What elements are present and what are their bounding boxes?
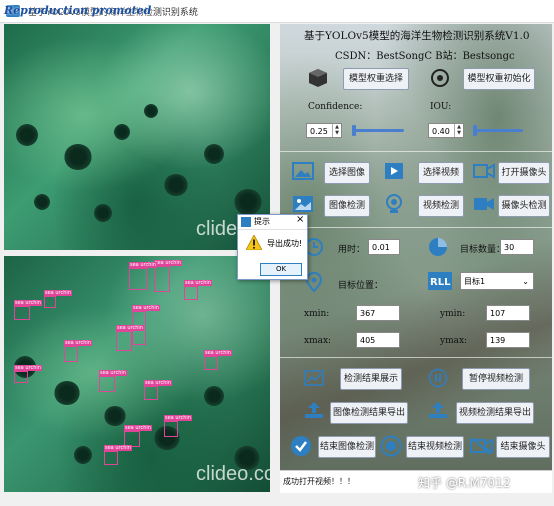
xmax-label: xmax: (304, 336, 332, 346)
show-results-button[interactable]: 检测结果展示 (340, 368, 402, 390)
iou-slider[interactable] (473, 125, 523, 136)
position-label: 目标位置： (338, 281, 384, 291)
ymin-field: 107 (486, 305, 530, 321)
status-bar: 成功打开视频！！！ (280, 470, 552, 493)
status-text: 成功打开视频！！！ (283, 477, 355, 486)
select-video-button[interactable]: 选择视频 (418, 162, 464, 184)
detection-box: sea urchin (184, 280, 212, 300)
original-image-pane: clideo.com (4, 24, 270, 250)
detection-box: sea urchin (164, 415, 192, 437)
camera-detect-button[interactable]: 摄像头检测 (498, 195, 550, 217)
message-dialog: 提示 × 导出成功! OK (237, 214, 308, 280)
author-info: CSDN：BestSongC B站：Bestsongc (335, 51, 515, 62)
target-select[interactable]: 目标1 ⌄ (460, 272, 534, 290)
camera-detect-icon (474, 198, 494, 210)
rll-icon: RLL (428, 272, 452, 290)
upload-icon (429, 402, 447, 418)
pause-icon (428, 368, 448, 388)
detection-box: sea urchin (154, 260, 182, 292)
detection-box: sea urchin (104, 445, 132, 465)
detection-box: sea urchin (204, 350, 232, 370)
count-label: 目标数量： (460, 245, 506, 255)
cube-icon (309, 69, 327, 87)
xmin-label: xmin: (304, 309, 330, 319)
confidence-label: Confidence: (308, 102, 363, 112)
ymax-label: ymax: (440, 336, 468, 346)
xmax-field: 405 (356, 332, 400, 348)
end-image-detect-button[interactable]: 结束图像检测 (318, 436, 376, 458)
count-field: 30 (500, 239, 534, 255)
control-panel: 基于YOLOv5模型的海洋生物检测识别系统V1.0 CSDN：BestSongC… (280, 24, 552, 492)
pie-chart-icon (429, 238, 447, 256)
app-heading: 基于YOLOv5模型的海洋生物检测识别系统V1.0 (304, 30, 530, 42)
time-field: 0.01 (368, 239, 400, 255)
stop-icon (380, 435, 402, 457)
chart-icon (304, 370, 324, 386)
dialog-message: 导出成功! (267, 239, 303, 248)
location-icon (306, 272, 322, 292)
clideo-watermark: clideo.com (196, 463, 270, 485)
dialog-close-button[interactable]: × (296, 214, 304, 225)
model-select-button[interactable]: 模型权重选择 (343, 68, 409, 90)
detection-box: sea urchin (116, 325, 144, 351)
repost-watermark: Reproduction promoted (4, 4, 152, 17)
video-detect-button[interactable]: 视频检测 (418, 195, 464, 217)
dialog-app-icon (241, 217, 251, 227)
svg-text:RLL: RLL (430, 277, 451, 288)
image-detect-button[interactable]: 图像检测 (324, 195, 370, 217)
detection-box: sea urchin (99, 370, 127, 392)
video-icon (385, 163, 403, 179)
end-camera-button[interactable]: 结束摄像头 (496, 436, 550, 458)
xmin-field: 367 (356, 305, 400, 321)
detection-box: sea urchin (14, 300, 42, 320)
ymax-field: 139 (486, 332, 530, 348)
upload-icon (305, 402, 323, 418)
detection-result-pane: sea urchin sea urchin sea urchin sea urc… (4, 256, 270, 492)
camera-icon (473, 163, 495, 179)
video-detect-icon (386, 194, 402, 213)
detection-box: sea urchin (129, 262, 157, 290)
detection-box: sea urchin (44, 290, 72, 308)
dialog-ok-button[interactable]: OK (260, 263, 302, 276)
select-image-button[interactable]: 选择图像 (324, 162, 370, 184)
export-image-results-button[interactable]: 图像检测结果导出 (330, 402, 408, 424)
iou-label: IOU: (430, 102, 452, 112)
pause-video-button[interactable]: 暂停视频检测 (462, 368, 530, 390)
time-label: 用时： (338, 245, 366, 255)
open-camera-button[interactable]: 打开摄像头 (498, 162, 550, 184)
export-video-results-button[interactable]: 视频检测结果导出 (456, 402, 534, 424)
warning-icon (246, 235, 262, 250)
target-icon (431, 69, 449, 87)
iou-spinbox[interactable]: 0.40 ▲ ▼ (428, 123, 464, 138)
model-init-button[interactable]: 模型权重初始化 (463, 68, 535, 90)
confidence-spinbox[interactable]: 0.25 ▲ ▼ (306, 123, 342, 138)
detection-box: sea urchin (14, 365, 42, 383)
detection-box: sea urchin (64, 340, 92, 362)
dialog-title: 提示 (254, 217, 270, 226)
zhihu-watermark: 知乎 @R.M7012 (418, 476, 511, 490)
dialog-titlebar: 提示 × (238, 214, 307, 230)
camera-off-icon (470, 437, 493, 455)
image-detect-icon (293, 196, 313, 212)
check-icon (291, 436, 311, 456)
confidence-slider[interactable] (352, 125, 404, 136)
detection-box: sea urchin (144, 380, 172, 400)
ymin-label: ymin: (440, 309, 466, 319)
end-video-detect-button[interactable]: 结束视频检测 (406, 436, 464, 458)
image-icon (292, 162, 314, 180)
